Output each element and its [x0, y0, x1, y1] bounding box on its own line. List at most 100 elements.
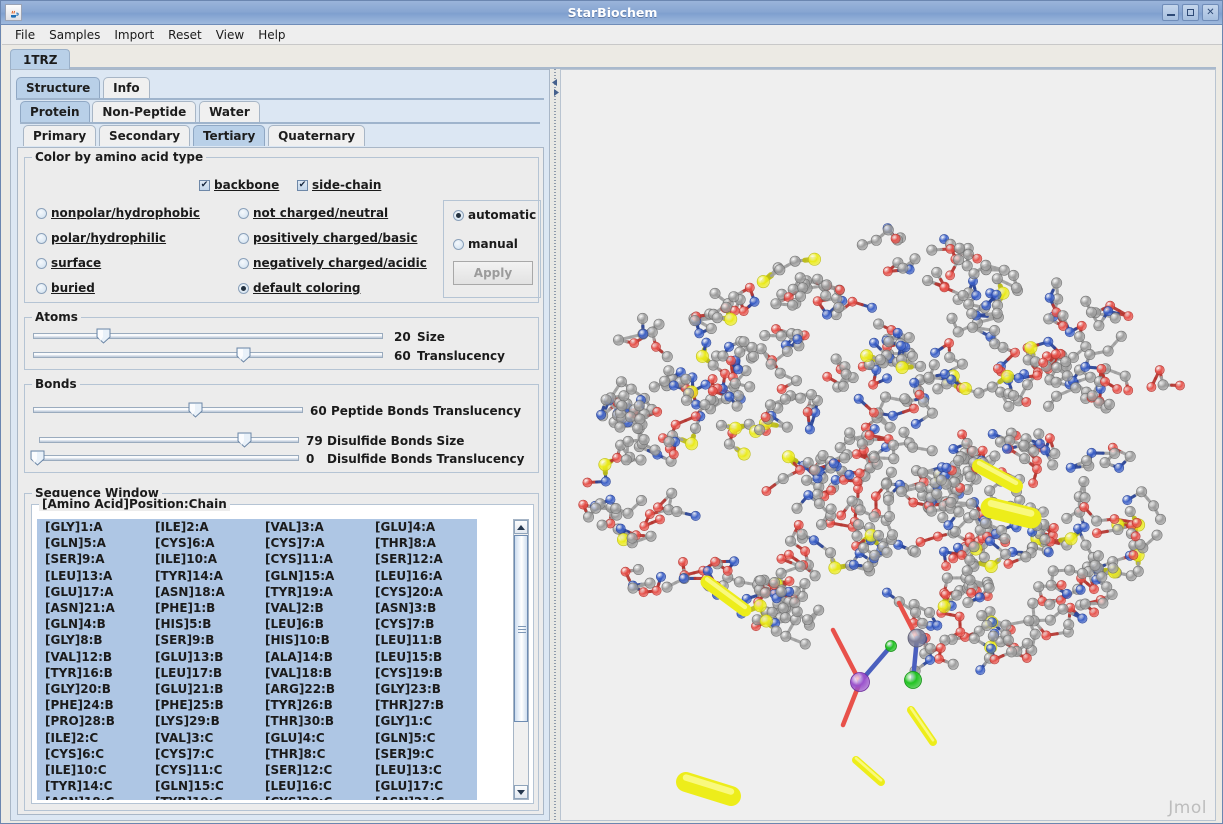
sequence-cell[interactable]: [VAL]2:B — [257, 601, 367, 615]
sequence-cell[interactable]: [TYR]14:A — [147, 569, 257, 583]
menu-reset[interactable]: Reset — [161, 27, 209, 43]
table-row[interactable]: [ILE]10:C [CYS]11:C [SER]12:C [LEU]13:C — [37, 761, 477, 778]
sequence-cell[interactable]: [SER]9:A — [37, 552, 147, 566]
maximize-button[interactable] — [1182, 4, 1199, 21]
sequence-cell[interactable]: [HIS]10:B — [257, 633, 367, 647]
sequence-cell[interactable]: [GLY]20:B — [37, 682, 147, 696]
sequence-cell[interactable]: [VAL]12:B — [37, 650, 147, 664]
slider-peptide-bonds-translucency[interactable] — [33, 402, 303, 418]
sequence-cell[interactable]: [GLN]5:C — [367, 731, 477, 745]
file-tab-1trz[interactable]: 1TRZ — [10, 49, 71, 69]
sequence-cell[interactable]: [LEU]17:B — [147, 666, 257, 680]
minimize-button[interactable] — [1162, 4, 1179, 21]
sequence-cell[interactable]: [TYR]19:C — [147, 795, 257, 800]
sequence-cell[interactable]: [ASN]21:C — [367, 795, 477, 800]
sequence-cell[interactable]: [CYS]7:B — [367, 617, 477, 631]
radio-negatively-charged-acidic[interactable]: negatively charged/acidic — [238, 256, 427, 270]
checkbox-backbone[interactable]: ✔ backbone — [199, 178, 279, 192]
scroll-up-button[interactable] — [514, 520, 528, 534]
table-row[interactable]: [GLY]8:B [SER]9:B [HIS]10:B [LEU]11:B — [37, 632, 477, 649]
sequence-cell[interactable]: [GLN]5:A — [37, 536, 147, 550]
sequence-cell[interactable]: [PHE]24:B — [37, 698, 147, 712]
sequence-cell[interactable]: [PHE]1:B — [147, 601, 257, 615]
tab-structure[interactable]: Structure — [16, 77, 101, 98]
sequence-cell[interactable]: [CYS]7:A — [257, 536, 367, 550]
sequence-cell[interactable]: [CYS]20:A — [367, 585, 477, 599]
sequence-cell[interactable]: [TYR]26:B — [257, 698, 367, 712]
table-row[interactable]: [PRO]28:B [LYS]29:B [THR]30:B [GLY]1:C — [37, 713, 477, 730]
sequence-cell[interactable]: [GLU]13:B — [147, 650, 257, 664]
sequence-cell[interactable]: [LEU]16:A — [367, 569, 477, 583]
sequence-cell[interactable]: [CYS]6:C — [37, 747, 147, 761]
sequence-cell[interactable]: [CYS]7:C — [147, 747, 257, 761]
sequence-cell[interactable]: [ASN]18:A — [147, 585, 257, 599]
sequence-cell[interactable]: [GLU]17:C — [367, 779, 477, 793]
splitter-collapse-right-icon[interactable] — [552, 85, 559, 96]
sequence-cell[interactable]: [ILE]10:C — [37, 763, 147, 777]
tab-non-peptide[interactable]: Non-Peptide — [92, 101, 197, 122]
table-row[interactable]: [GLN]4:B [HIS]5:B [LEU]6:B [CYS]7:B — [37, 616, 477, 633]
sequence-cell[interactable]: [GLU]4:A — [367, 520, 477, 534]
table-row[interactable]: [TYR]14:C [GLN]15:C [LEU]16:C [GLU]17:C — [37, 778, 477, 795]
table-row[interactable]: [GLU]17:A [ASN]18:A [TYR]19:A [CYS]20:A — [37, 583, 477, 600]
jmol-viewer[interactable]: Jmol — [561, 70, 1215, 820]
sequence-cell[interactable]: [SER]9:C — [367, 747, 477, 761]
sequence-cell[interactable]: [ILE]2:A — [147, 520, 257, 534]
sequence-cell[interactable]: [THR]8:C — [257, 747, 367, 761]
radio-buried[interactable]: buried — [36, 281, 95, 295]
sequence-cell[interactable]: [ILE]2:C — [37, 731, 147, 745]
slider-disulfide-bonds-size-thumb[interactable] — [237, 432, 252, 448]
radio-manual[interactable]: manual — [453, 237, 518, 251]
sequence-cell[interactable]: [CYS]11:A — [257, 552, 367, 566]
tab-protein[interactable]: Protein — [20, 101, 90, 122]
menu-file[interactable]: File — [8, 27, 42, 43]
split-pane-divider[interactable] — [551, 69, 560, 821]
slider-atom-translucency[interactable] — [33, 347, 383, 363]
sequence-cell[interactable]: [GLY]8:B — [37, 633, 147, 647]
menu-help[interactable]: Help — [251, 27, 292, 43]
sequence-cell[interactable]: [CYS]20:C — [257, 795, 367, 800]
slider-atom-translucency-thumb[interactable] — [236, 347, 251, 363]
table-row[interactable]: [GLY]20:B [GLU]21:B [ARG]22:B [GLY]23:B — [37, 680, 477, 698]
sequence-cell[interactable]: [ASN]18:C — [37, 795, 147, 800]
sequence-list[interactable]: [GLY]1:A [ILE]2:A [VAL]3:A [GLU]4:A [GLN]5:A… — [37, 519, 512, 800]
slider-disulfide-bonds-translucency-thumb[interactable] — [30, 450, 45, 466]
sequence-cell[interactable]: [LEU]11:B — [367, 633, 477, 647]
table-row[interactable]: [LEU]13:A [TYR]14:A [GLN]15:A [LEU]16:A — [37, 567, 477, 584]
sequence-cell[interactable]: [SER]12:A — [367, 552, 477, 566]
slider-disulfide-bonds-translucency[interactable] — [30, 450, 299, 466]
sequence-cell[interactable]: [VAL]3:A — [257, 520, 367, 534]
table-row[interactable]: [ILE]2:C [VAL]3:C [GLU]4:C [GLN]5:C — [37, 729, 477, 746]
sequence-cell[interactable]: [ILE]10:A — [147, 552, 257, 566]
slider-atom-size[interactable] — [33, 328, 383, 344]
sequence-cell[interactable]: [VAL]18:B — [257, 666, 367, 680]
menu-import[interactable]: Import — [107, 27, 161, 43]
sequence-cell[interactable]: [TYR]16:B — [37, 666, 147, 680]
sequence-cell[interactable]: [TYR]19:A — [257, 585, 367, 599]
table-row[interactable]: [VAL]12:B [GLU]13:B [ALA]14:B [LEU]15:B — [37, 648, 477, 665]
sequence-cell[interactable]: [LEU]13:C — [367, 763, 477, 777]
sequence-scrollbar[interactable] — [513, 519, 529, 800]
sequence-cell[interactable]: [GLU]4:C — [257, 731, 367, 745]
radio-surface[interactable]: surface — [36, 256, 101, 270]
scrollbar-thumb[interactable] — [514, 535, 528, 722]
table-row[interactable]: [ASN]18:C[TYR]19:C[CYS]20:C[ASN]21:C — [37, 794, 477, 800]
sequence-cell[interactable]: [GLY]1:C — [367, 714, 477, 728]
tab-tertiary[interactable]: Tertiary — [192, 125, 266, 146]
sequence-cell[interactable]: [SER]9:B — [147, 633, 257, 647]
sequence-cell[interactable]: [CYS]19:B — [367, 666, 477, 680]
slider-peptide-bonds-translucency-thumb[interactable] — [188, 402, 203, 418]
tab-secondary[interactable]: Secondary — [99, 125, 191, 146]
radio-polar-hydrophilic[interactable]: polar/hydrophilic — [36, 231, 166, 245]
sequence-cell[interactable]: [THR]8:A — [367, 536, 477, 550]
sequence-cell[interactable]: [THR]27:B — [367, 698, 477, 712]
radio-default-coloring[interactable]: default coloring — [238, 281, 361, 295]
radio-nonpolar-hydrophobic[interactable]: nonpolar/hydrophobic — [36, 206, 200, 220]
sequence-cell[interactable]: [CYS]6:A — [147, 536, 257, 550]
sequence-cell[interactable]: [THR]30:B — [257, 714, 367, 728]
sequence-cell[interactable]: [HIS]5:B — [147, 617, 257, 631]
sequence-cell[interactable]: [LEU]16:C — [257, 779, 367, 793]
tab-info[interactable]: Info — [103, 77, 150, 98]
sequence-cell[interactable]: [TYR]14:C — [37, 779, 147, 793]
table-row[interactable]: [TYR]16:B [LEU]17:B [VAL]18:B [CYS]19:B — [37, 664, 477, 681]
